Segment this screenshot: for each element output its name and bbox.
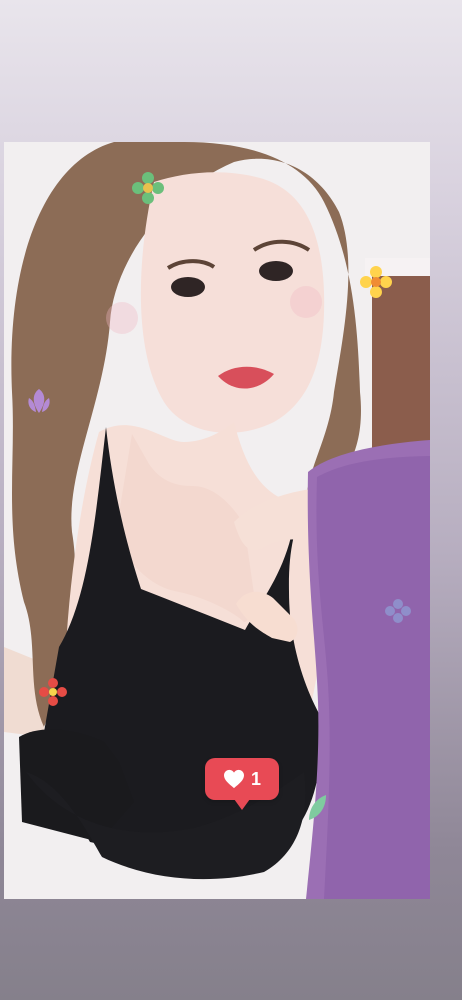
purple-leaf-icon xyxy=(28,389,50,413)
blue-flower-icon xyxy=(385,599,411,623)
yellow-flower-icon xyxy=(360,266,392,298)
red-flower-icon xyxy=(39,678,67,706)
like-sticker: 1 xyxy=(205,758,279,810)
like-count: 1 xyxy=(250,769,261,789)
green-flower-icon xyxy=(132,172,164,204)
green-leaf-icon xyxy=(309,795,326,820)
heart-icon xyxy=(223,769,244,789)
bottom-text xyxy=(270,988,462,1000)
story-frame: 1 xyxy=(4,142,430,899)
